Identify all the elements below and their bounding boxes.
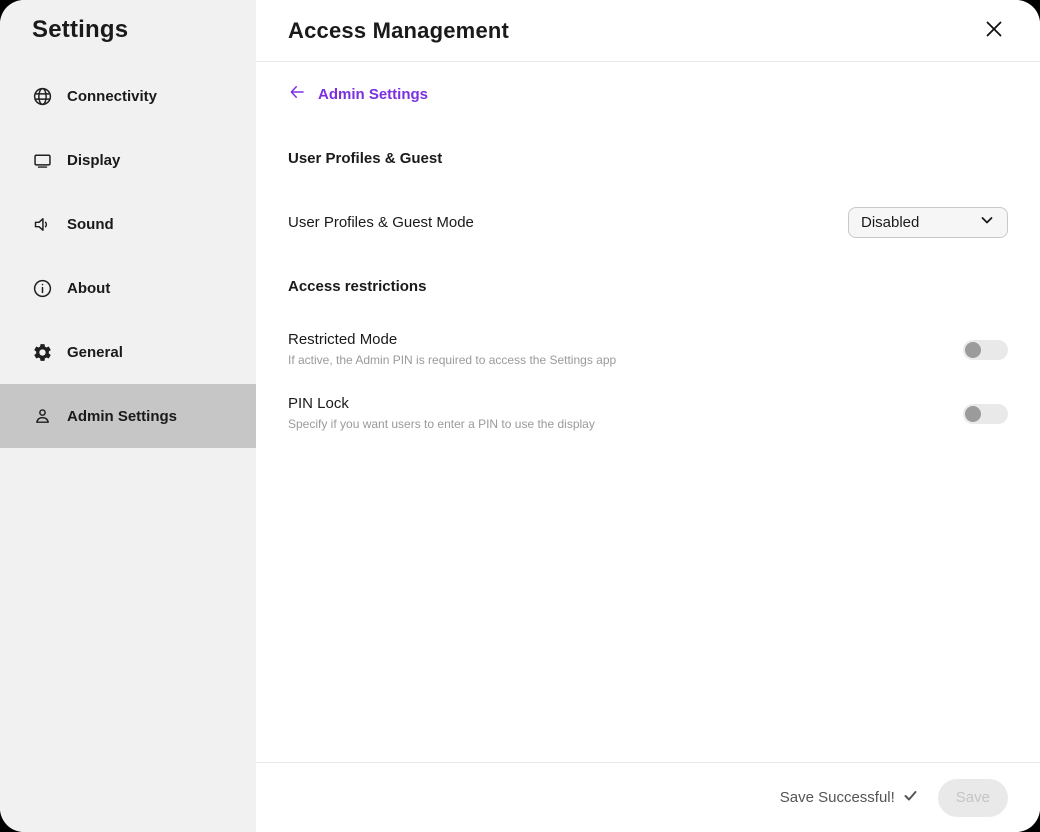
setting-description: If active, the Admin PIN is required to … bbox=[288, 353, 616, 367]
access-management-panel: Access Management Admin Settings User Pr… bbox=[256, 0, 1040, 832]
back-to-admin-settings-link[interactable]: Admin Settings bbox=[288, 83, 428, 105]
setting-text: Restricted Mode If active, the Admin PIN… bbox=[288, 331, 616, 369]
user-profiles-guest-mode-row: User Profiles & Guest Mode Disabled bbox=[288, 190, 1008, 254]
panel-content: Admin Settings User Profiles & Guest Use… bbox=[256, 62, 1040, 762]
toggle-knob bbox=[965, 342, 981, 358]
section-heading-user-profiles: User Profiles & Guest bbox=[288, 150, 442, 167]
close-button[interactable] bbox=[980, 17, 1008, 45]
sidebar-item-sound[interactable]: Sound bbox=[0, 192, 256, 256]
save-button[interactable]: Save bbox=[938, 779, 1008, 817]
check-icon bbox=[903, 788, 918, 807]
info-icon bbox=[32, 278, 53, 299]
panel-header: Access Management bbox=[256, 0, 1040, 62]
toggle-knob bbox=[965, 406, 981, 422]
sidebar-item-about[interactable]: About bbox=[0, 256, 256, 320]
admin-user-icon bbox=[32, 406, 53, 427]
app-title: Settings bbox=[0, 0, 256, 64]
section-heading-access-restrictions: Access restrictions bbox=[288, 278, 426, 295]
sidebar-item-label: Admin Settings bbox=[67, 408, 177, 425]
sidebar-item-display[interactable]: Display bbox=[0, 128, 256, 192]
settings-window: Settings Connectivity Display Sound bbox=[0, 0, 1040, 832]
sidebar: Settings Connectivity Display Sound bbox=[0, 0, 256, 832]
panel-footer: Save Successful! Save bbox=[256, 762, 1040, 832]
close-icon bbox=[985, 20, 1003, 41]
sidebar-item-admin-settings[interactable]: Admin Settings bbox=[0, 384, 256, 448]
setting-label: User Profiles & Guest Mode bbox=[288, 214, 474, 231]
save-status-text: Save Successful! bbox=[780, 789, 895, 806]
setting-label: Restricted Mode bbox=[288, 331, 616, 348]
sidebar-item-label: Connectivity bbox=[67, 88, 157, 105]
save-status: Save Successful! bbox=[780, 788, 918, 807]
globe-icon bbox=[32, 86, 53, 107]
pin-lock-toggle[interactable] bbox=[963, 404, 1008, 424]
sidebar-item-label: About bbox=[67, 280, 110, 297]
setting-label: PIN Lock bbox=[288, 395, 595, 412]
back-link-label: Admin Settings bbox=[318, 86, 428, 103]
restricted-mode-toggle[interactable] bbox=[963, 340, 1008, 360]
setting-text: PIN Lock Specify if you want users to en… bbox=[288, 395, 595, 433]
page-title: Access Management bbox=[288, 18, 509, 44]
sidebar-item-label: General bbox=[67, 344, 123, 361]
gear-icon bbox=[32, 342, 53, 363]
restricted-mode-row: Restricted Mode If active, the Admin PIN… bbox=[288, 318, 1008, 382]
arrow-left-icon bbox=[288, 83, 306, 105]
sidebar-item-label: Sound bbox=[67, 216, 114, 233]
sidebar-item-connectivity[interactable]: Connectivity bbox=[0, 64, 256, 128]
speaker-icon bbox=[32, 214, 53, 235]
setting-description: Specify if you want users to enter a PIN… bbox=[288, 417, 595, 431]
pin-lock-row: PIN Lock Specify if you want users to en… bbox=[288, 382, 1008, 446]
guest-mode-select[interactable]: Disabled bbox=[848, 207, 1008, 238]
select-value: Disabled bbox=[861, 214, 919, 231]
sidebar-nav: Connectivity Display Sound About bbox=[0, 64, 256, 448]
sidebar-item-general[interactable]: General bbox=[0, 320, 256, 384]
sidebar-item-label: Display bbox=[67, 152, 120, 169]
chevron-down-icon bbox=[979, 212, 995, 232]
display-icon bbox=[32, 150, 53, 171]
